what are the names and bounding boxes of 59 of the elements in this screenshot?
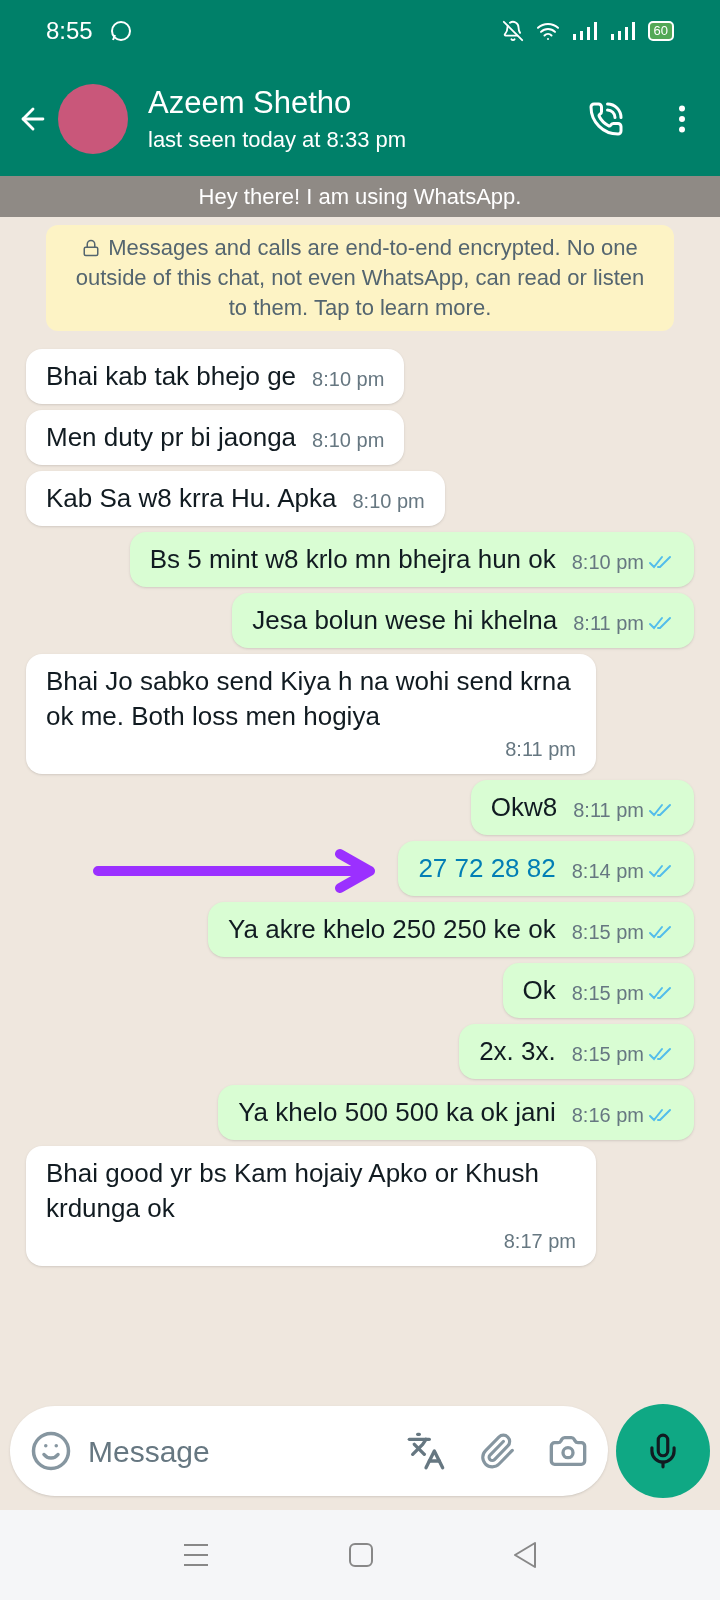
- sent-message-bubble[interactable]: Jesa bolun wese hi khelna 8:11 pm: [232, 593, 694, 648]
- received-message-bubble[interactable]: Bhai Jo sabko send Kiya h na wohi send krna ok me. Both loss men hogiya 8:11 pm: [26, 654, 596, 774]
- composer-bar[interactable]: Message: [10, 1406, 608, 1496]
- received-message-bubble[interactable]: Bhai kab tak bhejo ge 8:10 pm: [26, 349, 405, 404]
- message-time: 8:14 pm: [571, 859, 644, 884]
- message-text: Bhai Jo sabko send Kiya h na wohi send krna ok me. Both loss men hogiya: [46, 665, 572, 733]
- sent-message-bubble[interactable]: Okw8 8:11 pm: [470, 780, 694, 835]
- message-time: 8:17 pm: [503, 1229, 576, 1254]
- message-time: 8:10 pm: [312, 428, 385, 453]
- add-call-button[interactable]: [588, 101, 624, 137]
- translate-icon[interactable]: [406, 1431, 446, 1471]
- signal-icon: [571, 21, 598, 41]
- back-icon[interactable]: [513, 1542, 537, 1568]
- message-text: Kab Sa w8 krra Hu. Apka: [46, 482, 337, 515]
- menu-icon[interactable]: [183, 1543, 209, 1567]
- battery-indicator: 60: [647, 21, 674, 41]
- message-time: 8:10 pm: [312, 367, 385, 392]
- message-time: 8:15 pm: [571, 981, 644, 1006]
- sent-message-bubble[interactable]: 27 72 28 82 8:14 pm: [398, 841, 694, 896]
- sent-message-bubble[interactable]: Ya akre khelo 250 250 ke ok 8:15 pm: [208, 902, 694, 957]
- encryption-notice[interactable]: Messages and calls are end-to-end encrypted. No one outside of this chat, not even WhatsApp, can read or listen to them. Tap to learn more.: [46, 225, 674, 331]
- message-time: 8:10 pm: [352, 489, 425, 514]
- message-text: Men duty pr bi jaonga: [46, 421, 297, 454]
- signal-icon: [609, 21, 636, 41]
- emoji-icon[interactable]: [30, 1430, 72, 1472]
- message-text: Bhai kab tak bhejo ge: [46, 360, 297, 393]
- message-text: Ya khelo 500 500 ka ok jani: [238, 1096, 556, 1129]
- message-text: 2x. 3x.: [479, 1035, 556, 1068]
- sent-message-bubble[interactable]: 2x. 3x. 8:15 pm: [459, 1024, 694, 1079]
- chat-app-icon: [108, 19, 133, 43]
- sent-message-bubble[interactable]: Ok 8:15 pm: [502, 963, 694, 1018]
- message-text: Okw8: [490, 791, 558, 824]
- message-text: Jesa bolun wese hi khelna: [252, 604, 558, 637]
- message-time: 8:10 pm: [571, 550, 644, 575]
- message-time: 8:11 pm: [573, 611, 644, 636]
- status-toast: Hey there! I am using WhatsApp.: [0, 176, 720, 217]
- last-seen-status: last seen today at 8:33 pm: [148, 125, 407, 154]
- message-text[interactable]: 27 72 28 82: [418, 851, 556, 886]
- message-text: Ok: [522, 974, 556, 1007]
- message-text: Ya akre khelo 250 250 ke ok: [228, 913, 556, 946]
- message-time: 8:15 pm: [571, 920, 644, 945]
- message-time: 8:15 pm: [571, 1042, 644, 1067]
- received-message-bubble[interactable]: Men duty pr bi jaonga 8:10 pm: [26, 410, 405, 465]
- sent-message-bubble[interactable]: Bs 5 mint w8 krlo mn bhejra hun ok 8:10 pm: [129, 532, 694, 587]
- message-input-field[interactable]: Message: [88, 1428, 390, 1474]
- clock-time: 8:55: [46, 16, 93, 46]
- lock-icon: [82, 239, 101, 257]
- message-text: Bs 5 mint w8 krlo mn bhejra hun ok: [149, 543, 556, 576]
- message-time: 8:16 pm: [571, 1103, 644, 1128]
- mute-icon: [501, 20, 524, 42]
- attach-icon[interactable]: [478, 1432, 516, 1470]
- message-text: Bhai good yr bs Kam hojaiy Apko or Khush krdunga ok: [46, 1157, 540, 1225]
- home-icon[interactable]: [349, 1543, 373, 1567]
- message-time: 8:11 pm: [573, 798, 644, 823]
- received-message-bubble[interactable]: Kab Sa w8 krra Hu. Apka 8:10 pm: [26, 471, 445, 526]
- received-message-bubble[interactable]: Bhai good yr bs Kam hojaiy Apko or Khush krdunga ok 8:17 pm: [26, 1146, 596, 1266]
- message-time: 8:11 pm: [505, 737, 576, 762]
- sent-message-bubble[interactable]: Ya khelo 500 500 ka ok jani 8:16 pm: [218, 1085, 694, 1140]
- contact-name: Azeem Shetho: [148, 83, 353, 122]
